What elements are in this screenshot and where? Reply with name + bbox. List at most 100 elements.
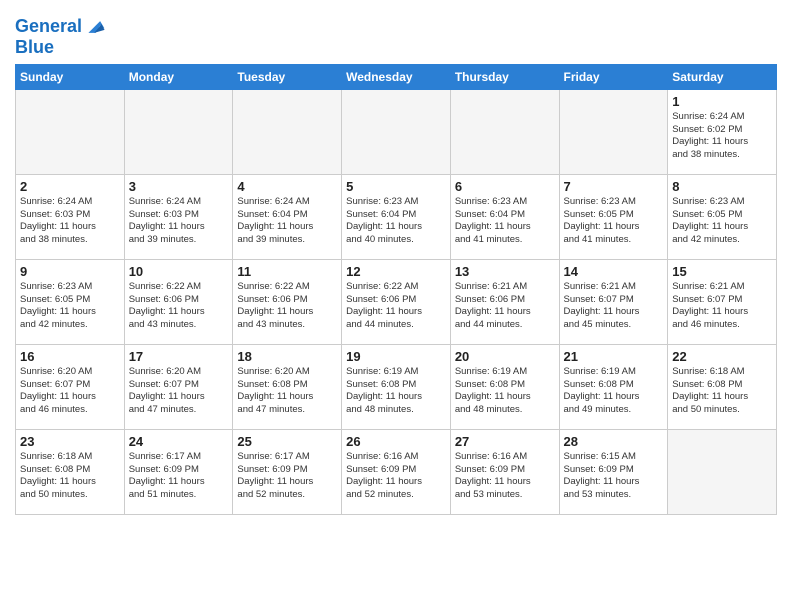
- week-row-0: 1 Sunrise: 6:24 AM Sunset: 6:02 PM Daylig…: [16, 89, 777, 174]
- day-cell: 9Sunrise: 6:23 AM Sunset: 6:05 PM Daylig…: [16, 259, 125, 344]
- day-cell: 3 Sunrise: 6:24 AM Sunset: 6:03 PM Daylig…: [124, 174, 233, 259]
- day-number: 1: [672, 94, 772, 109]
- day-cell: 5Sunrise: 6:23 AM Sunset: 6:04 PM Daylig…: [342, 174, 451, 259]
- day-cell: 25Sunrise: 6:17 AM Sunset: 6:09 PM Dayli…: [233, 429, 342, 514]
- week-row-2: 9Sunrise: 6:23 AM Sunset: 6:05 PM Daylig…: [16, 259, 777, 344]
- day-info: Sunrise: 6:24 AM Sunset: 6:03 PM Dayligh…: [129, 196, 229, 247]
- calendar-body: 1 Sunrise: 6:24 AM Sunset: 6:02 PM Daylig…: [16, 89, 777, 514]
- day-cell: 7Sunrise: 6:23 AM Sunset: 6:05 PM Daylig…: [559, 174, 668, 259]
- day-info: Sunrise: 6:17 AM Sunset: 6:09 PM Dayligh…: [237, 451, 337, 502]
- day-info: Sunrise: 6:20 AM Sunset: 6:07 PM Dayligh…: [20, 366, 120, 417]
- day-cell: 27Sunrise: 6:16 AM Sunset: 6:09 PM Dayli…: [450, 429, 559, 514]
- calendar-header: SundayMondayTuesdayWednesdayThursdayFrid…: [16, 64, 777, 89]
- day-info: Sunrise: 6:23 AM Sunset: 6:04 PM Dayligh…: [455, 196, 555, 247]
- week-row-3: 16 Sunrise: 6:20 AM Sunset: 6:07 PM Dayli…: [16, 344, 777, 429]
- day-number: 11: [237, 264, 337, 279]
- day-cell: 17 Sunrise: 6:20 AM Sunset: 6:07 PM Dayli…: [124, 344, 233, 429]
- day-cell: 24 Sunrise: 6:17 AM Sunset: 6:09 PM Dayli…: [124, 429, 233, 514]
- day-info: Sunrise: 6:24 AM Sunset: 6:03 PM Dayligh…: [20, 196, 120, 247]
- day-info: Sunrise: 6:20 AM Sunset: 6:07 PM Dayligh…: [129, 366, 229, 417]
- day-number: 8: [672, 179, 772, 194]
- day-number: 13: [455, 264, 555, 279]
- day-cell: [16, 89, 125, 174]
- day-cell: 23 Sunrise: 6:18 AM Sunset: 6:08 PM Dayli…: [16, 429, 125, 514]
- day-number: 10: [129, 264, 229, 279]
- day-info: Sunrise: 6:22 AM Sunset: 6:06 PM Dayligh…: [237, 281, 337, 332]
- header: General Blue: [15, 10, 777, 58]
- page: General Blue SundayMondayTuesdayWednesda…: [0, 0, 792, 530]
- day-info: Sunrise: 6:23 AM Sunset: 6:05 PM Dayligh…: [564, 196, 664, 247]
- day-info: Sunrise: 6:16 AM Sunset: 6:09 PM Dayligh…: [455, 451, 555, 502]
- day-info: Sunrise: 6:24 AM Sunset: 6:02 PM Dayligh…: [672, 111, 772, 162]
- day-number: 28: [564, 434, 664, 449]
- day-info: Sunrise: 6:19 AM Sunset: 6:08 PM Dayligh…: [564, 366, 664, 417]
- day-cell: 11 Sunrise: 6:22 AM Sunset: 6:06 PM Dayli…: [233, 259, 342, 344]
- day-cell: 26 Sunrise: 6:16 AM Sunset: 6:09 PM Dayli…: [342, 429, 451, 514]
- day-info: Sunrise: 6:17 AM Sunset: 6:09 PM Dayligh…: [129, 451, 229, 502]
- day-cell: 1 Sunrise: 6:24 AM Sunset: 6:02 PM Daylig…: [668, 89, 777, 174]
- day-cell: 8 Sunrise: 6:23 AM Sunset: 6:05 PM Daylig…: [668, 174, 777, 259]
- day-number: 26: [346, 434, 446, 449]
- day-info: Sunrise: 6:22 AM Sunset: 6:06 PM Dayligh…: [129, 281, 229, 332]
- day-number: 16: [20, 349, 120, 364]
- day-info: Sunrise: 6:18 AM Sunset: 6:08 PM Dayligh…: [672, 366, 772, 417]
- weekday-header-wednesday: Wednesday: [342, 64, 451, 89]
- day-info: Sunrise: 6:16 AM Sunset: 6:09 PM Dayligh…: [346, 451, 446, 502]
- day-number: 3: [129, 179, 229, 194]
- week-row-4: 23 Sunrise: 6:18 AM Sunset: 6:08 PM Dayli…: [16, 429, 777, 514]
- day-cell: 13Sunrise: 6:21 AM Sunset: 6:06 PM Dayli…: [450, 259, 559, 344]
- day-number: 12: [346, 264, 446, 279]
- logo-text2: Blue: [15, 38, 106, 58]
- day-info: Sunrise: 6:21 AM Sunset: 6:07 PM Dayligh…: [672, 281, 772, 332]
- day-number: 18: [237, 349, 337, 364]
- day-number: 23: [20, 434, 120, 449]
- day-info: Sunrise: 6:21 AM Sunset: 6:07 PM Dayligh…: [564, 281, 664, 332]
- weekday-header-monday: Monday: [124, 64, 233, 89]
- logo-icon: [84, 16, 106, 38]
- day-cell: [559, 89, 668, 174]
- day-info: Sunrise: 6:18 AM Sunset: 6:08 PM Dayligh…: [20, 451, 120, 502]
- day-cell: 10 Sunrise: 6:22 AM Sunset: 6:06 PM Dayli…: [124, 259, 233, 344]
- day-number: 21: [564, 349, 664, 364]
- day-info: Sunrise: 6:23 AM Sunset: 6:05 PM Dayligh…: [20, 281, 120, 332]
- day-number: 5: [346, 179, 446, 194]
- logo: General Blue: [15, 16, 106, 58]
- weekday-row: SundayMondayTuesdayWednesdayThursdayFrid…: [16, 64, 777, 89]
- day-number: 4: [237, 179, 337, 194]
- day-number: 2: [20, 179, 120, 194]
- day-info: Sunrise: 6:23 AM Sunset: 6:05 PM Dayligh…: [672, 196, 772, 247]
- day-cell: 12Sunrise: 6:22 AM Sunset: 6:06 PM Dayli…: [342, 259, 451, 344]
- day-cell: 4 Sunrise: 6:24 AM Sunset: 6:04 PM Daylig…: [233, 174, 342, 259]
- day-info: Sunrise: 6:15 AM Sunset: 6:09 PM Dayligh…: [564, 451, 664, 502]
- day-info: Sunrise: 6:24 AM Sunset: 6:04 PM Dayligh…: [237, 196, 337, 247]
- day-cell: 14 Sunrise: 6:21 AM Sunset: 6:07 PM Dayli…: [559, 259, 668, 344]
- day-cell: 15Sunrise: 6:21 AM Sunset: 6:07 PM Dayli…: [668, 259, 777, 344]
- day-cell: 18 Sunrise: 6:20 AM Sunset: 6:08 PM Dayli…: [233, 344, 342, 429]
- week-row-1: 2 Sunrise: 6:24 AM Sunset: 6:03 PM Daylig…: [16, 174, 777, 259]
- day-cell: 6 Sunrise: 6:23 AM Sunset: 6:04 PM Daylig…: [450, 174, 559, 259]
- day-info: Sunrise: 6:19 AM Sunset: 6:08 PM Dayligh…: [455, 366, 555, 417]
- day-number: 17: [129, 349, 229, 364]
- day-number: 14: [564, 264, 664, 279]
- weekday-header-sunday: Sunday: [16, 64, 125, 89]
- day-cell: [342, 89, 451, 174]
- day-cell: [124, 89, 233, 174]
- day-number: 24: [129, 434, 229, 449]
- day-info: Sunrise: 6:20 AM Sunset: 6:08 PM Dayligh…: [237, 366, 337, 417]
- day-cell: [450, 89, 559, 174]
- day-cell: 16 Sunrise: 6:20 AM Sunset: 6:07 PM Dayli…: [16, 344, 125, 429]
- weekday-header-tuesday: Tuesday: [233, 64, 342, 89]
- day-info: Sunrise: 6:19 AM Sunset: 6:08 PM Dayligh…: [346, 366, 446, 417]
- day-cell: 2 Sunrise: 6:24 AM Sunset: 6:03 PM Daylig…: [16, 174, 125, 259]
- day-cell: 21 Sunrise: 6:19 AM Sunset: 6:08 PM Dayli…: [559, 344, 668, 429]
- day-number: 22: [672, 349, 772, 364]
- day-number: 6: [455, 179, 555, 194]
- calendar-table: SundayMondayTuesdayWednesdayThursdayFrid…: [15, 64, 777, 515]
- day-cell: 22 Sunrise: 6:18 AM Sunset: 6:08 PM Dayli…: [668, 344, 777, 429]
- day-cell: [233, 89, 342, 174]
- day-cell: 20Sunrise: 6:19 AM Sunset: 6:08 PM Dayli…: [450, 344, 559, 429]
- day-number: 19: [346, 349, 446, 364]
- weekday-header-friday: Friday: [559, 64, 668, 89]
- logo-text: General: [15, 17, 82, 37]
- weekday-header-saturday: Saturday: [668, 64, 777, 89]
